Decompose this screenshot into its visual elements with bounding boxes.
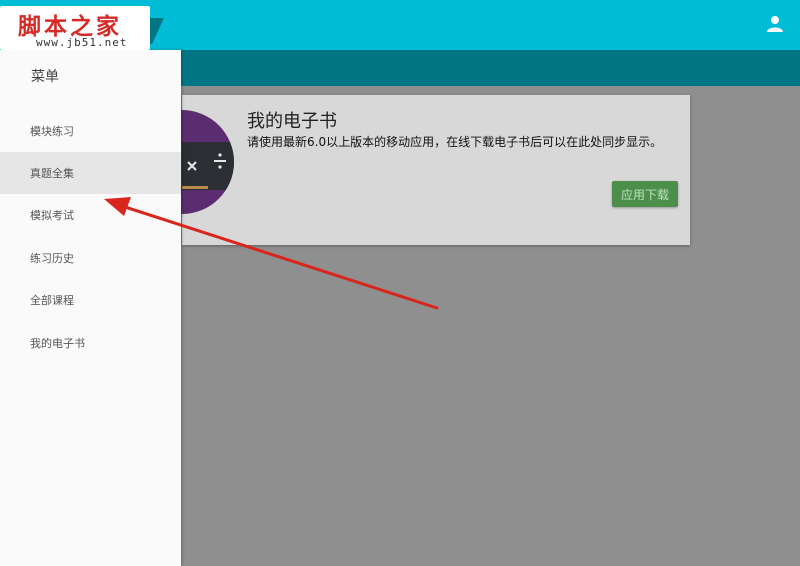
- sidebar-item-label: 全部课程: [30, 294, 74, 307]
- sidebar-item-label: 真题全集: [30, 167, 74, 180]
- sidebar-item-module-practice[interactable]: 模块练习: [0, 110, 181, 152]
- sidebar-item-past-exams[interactable]: 真题全集: [0, 152, 181, 194]
- ebook-card: 我的电子书 请使用最新6.0以上版本的移动应用，在线下载电子书后可以在此处同步显…: [182, 95, 690, 245]
- sidebar-item-label: 我的电子书: [30, 337, 85, 350]
- sidebar-item-my-ebooks[interactable]: 我的电子书: [0, 322, 181, 364]
- person-icon[interactable]: [766, 15, 784, 33]
- sidebar-item-label: 模拟考试: [30, 209, 74, 222]
- sidebar-item-practice-history[interactable]: 练习历史: [0, 237, 181, 279]
- sidebar-item-mock-exam[interactable]: 模拟考试: [0, 194, 181, 236]
- sidebar-item-label: 模块练习: [30, 125, 74, 138]
- card-description: 请使用最新6.0以上版本的移动应用，在线下载电子书后可以在此处同步显示。: [247, 135, 663, 149]
- site-watermark: 脚本之家 www.jb51.net: [0, 0, 165, 50]
- drawer-title: 菜单: [31, 69, 59, 85]
- sidebar-item-label: 练习历史: [30, 252, 74, 265]
- card-title: 我的电子书: [247, 111, 337, 132]
- watermark-url: www.jb51.net: [36, 36, 128, 49]
- sidebar-item-all-courses[interactable]: 全部课程: [0, 279, 181, 321]
- app-download-button[interactable]: 应用下载: [612, 181, 678, 207]
- navigation-drawer: 菜单 模块练习 真题全集 模拟考试 练习历史 全部课程 我的电子书: [0, 50, 181, 566]
